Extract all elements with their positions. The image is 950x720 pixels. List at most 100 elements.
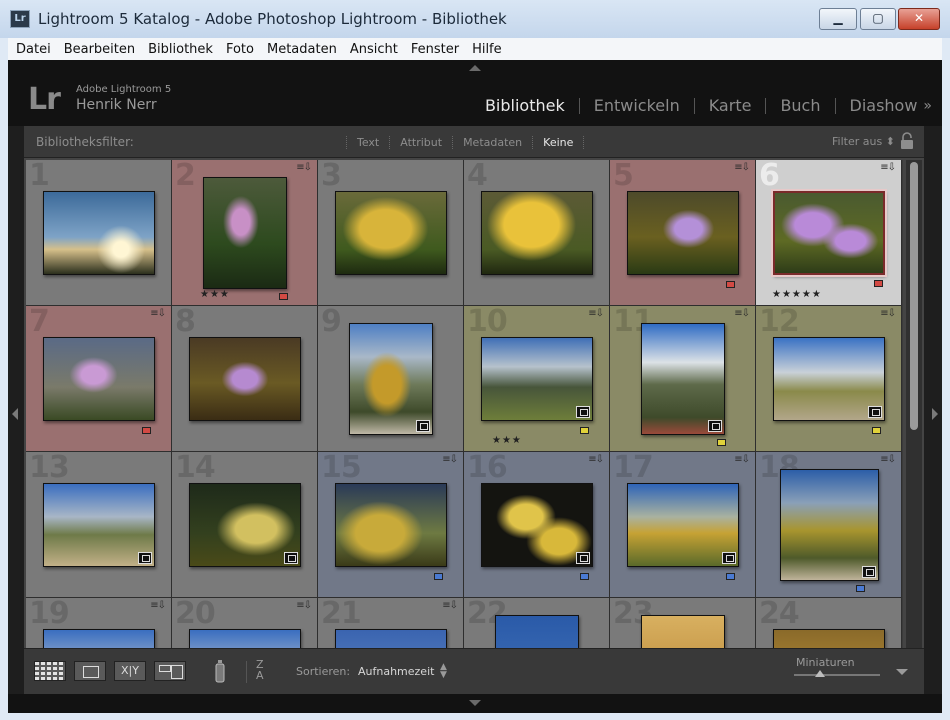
sort-criteria-select[interactable]: Aufnahmezeit	[358, 665, 434, 678]
right-panel-toggle-icon[interactable]	[932, 408, 938, 420]
flag-badge-icon[interactable]: ≡⇩	[296, 600, 312, 611]
module-bibliothek[interactable]: Bibliothek	[485, 96, 565, 115]
menu-hilfe[interactable]: Hilfe	[472, 42, 502, 57]
thumbnail-cell[interactable]: 24	[756, 596, 902, 648]
star-rating[interactable]: ★★★	[492, 435, 522, 446]
stack-icon[interactable]	[284, 552, 298, 564]
survey-view-button[interactable]	[154, 661, 186, 681]
thumbnail-cell[interactable]: 13	[26, 450, 172, 598]
filter-tab-metadaten[interactable]: Metadaten	[452, 136, 532, 149]
menu-datei[interactable]: Datei	[16, 42, 51, 57]
menu-metadaten[interactable]: Metadaten	[267, 42, 337, 57]
photo-thumbnail[interactable]	[495, 615, 579, 648]
photo-thumbnail[interactable]	[773, 629, 885, 648]
photo-thumbnail[interactable]	[335, 629, 447, 648]
thumbnail-cell[interactable]: 15 ≡⇩	[318, 450, 464, 598]
thumbnail-cell[interactable]: 14	[172, 450, 318, 598]
photo-thumbnail[interactable]	[43, 337, 155, 421]
thumbnail-cell[interactable]: 5 ≡⇩	[610, 160, 756, 306]
stack-icon[interactable]	[868, 406, 882, 418]
photo-thumbnail[interactable]	[335, 191, 447, 275]
color-label-chip[interactable]	[856, 585, 865, 592]
thumbnail-cell[interactable]: 22	[464, 596, 610, 648]
thumbnail-cell[interactable]: 1	[26, 160, 172, 306]
module-entwickeln[interactable]: Entwickeln	[594, 96, 680, 115]
menu-fenster[interactable]: Fenster	[411, 42, 459, 57]
menu-bearbeiten[interactable]: Bearbeiten	[64, 42, 135, 57]
thumbnail-grid[interactable]: 1 2 ≡⇩ ★★★ 3 4 5 ≡⇩ 6 ≡⇩ ★★★★★ 7 ≡⇩ 8 9 10 ≡⇩ ★★★ 11 ≡⇩ 12 ≡⇩…	[26, 160, 903, 648]
sort-criteria-chevron-icon[interactable]: ▲ ▼	[440, 663, 447, 680]
thumbnail-cell[interactable]: 21 ≡⇩	[318, 596, 464, 648]
thumbnail-cell[interactable]: 18 ≡⇩	[756, 450, 902, 598]
color-label-chip[interactable]	[580, 573, 589, 580]
toolbar-options-chevron-icon[interactable]	[896, 669, 908, 675]
thumbnail-cell[interactable]: 19 ≡⇩	[26, 596, 172, 648]
star-rating[interactable]: ★★★	[200, 289, 230, 300]
thumbnail-cell[interactable]: 7 ≡⇩	[26, 304, 172, 452]
stack-icon[interactable]	[708, 420, 722, 432]
color-label-chip[interactable]	[434, 573, 443, 580]
filter-preset-select[interactable]: Filter aus ⬍	[832, 135, 895, 148]
filter-tab-attribut[interactable]: Attribut	[389, 136, 452, 149]
photo-thumbnail[interactable]	[189, 629, 301, 648]
photo-thumbnail[interactable]	[43, 191, 155, 275]
photo-thumbnail[interactable]	[349, 323, 433, 435]
sort-direction-icon[interactable]: Z A	[256, 659, 264, 681]
flag-badge-icon[interactable]: ≡⇩	[296, 162, 312, 173]
photo-thumbnail[interactable]	[641, 615, 725, 648]
loupe-view-button[interactable]	[74, 661, 106, 681]
flag-badge-icon[interactable]: ≡⇩	[442, 600, 458, 611]
photo-thumbnail[interactable]	[641, 323, 725, 435]
thumbnail-cell[interactable]: 17 ≡⇩	[610, 450, 756, 598]
stack-icon[interactable]	[576, 552, 590, 564]
menu-foto[interactable]: Foto	[226, 42, 254, 57]
painter-spray-icon[interactable]	[214, 659, 226, 683]
more-modules-icon[interactable]: »	[923, 98, 932, 114]
filter-tab-text[interactable]: Text	[346, 136, 389, 149]
bottom-panel-toggle-icon[interactable]	[469, 700, 481, 706]
stack-icon[interactable]	[576, 406, 590, 418]
close-button[interactable]: ✕	[898, 8, 940, 30]
stack-icon[interactable]	[722, 552, 736, 564]
flag-badge-icon[interactable]: ≡⇩	[734, 162, 750, 173]
thumbnail-cell[interactable]: 6 ≡⇩ ★★★★★	[756, 160, 902, 306]
flag-badge-icon[interactable]: ≡⇩	[734, 454, 750, 465]
photo-thumbnail[interactable]	[189, 337, 301, 421]
flag-badge-icon[interactable]: ≡⇩	[150, 308, 166, 319]
maximize-button[interactable]: ▢	[860, 8, 896, 30]
photo-thumbnail[interactable]	[43, 483, 155, 567]
color-label-chip[interactable]	[874, 280, 883, 287]
flag-badge-icon[interactable]: ≡⇩	[588, 454, 604, 465]
flag-badge-icon[interactable]: ≡⇩	[880, 308, 896, 319]
module-diashow[interactable]: Diashow	[850, 96, 918, 115]
thumbnail-cell[interactable]: 16 ≡⇩	[464, 450, 610, 598]
lock-icon[interactable]	[900, 132, 914, 150]
thumbnail-cell[interactable]: 9	[318, 304, 464, 452]
photo-thumbnail[interactable]	[481, 337, 593, 421]
thumbnail-cell[interactable]: 8	[172, 304, 318, 452]
top-panel-toggle-icon[interactable]	[469, 65, 481, 71]
thumbnail-cell[interactable]: 2 ≡⇩ ★★★	[172, 160, 318, 306]
color-label-chip[interactable]	[726, 573, 735, 580]
menu-bibliothek[interactable]: Bibliothek	[148, 42, 213, 57]
photo-thumbnail[interactable]	[43, 629, 155, 648]
thumbnail-cell[interactable]: 11 ≡⇩	[610, 304, 756, 452]
left-panel-toggle-icon[interactable]	[12, 408, 18, 420]
color-label-chip[interactable]	[726, 281, 735, 288]
flag-badge-icon[interactable]: ≡⇩	[150, 600, 166, 611]
photo-thumbnail[interactable]	[203, 177, 287, 289]
flag-badge-icon[interactable]: ≡⇩	[442, 454, 458, 465]
menu-ansicht[interactable]: Ansicht	[350, 42, 398, 57]
stack-icon[interactable]	[862, 566, 876, 578]
color-label-chip[interactable]	[279, 293, 288, 300]
color-label-chip[interactable]	[142, 427, 151, 434]
color-label-chip[interactable]	[872, 427, 881, 434]
star-rating[interactable]: ★★★★★	[772, 289, 822, 300]
photo-thumbnail[interactable]	[771, 189, 887, 277]
module-buch[interactable]: Buch	[780, 96, 820, 115]
minimize-button[interactable]: ▁	[819, 8, 857, 30]
window-titlebar[interactable]: Lr Lightroom 5 Katalog - Adobe Photoshop…	[0, 0, 950, 38]
photo-thumbnail[interactable]	[189, 483, 301, 567]
flag-badge-icon[interactable]: ≡⇩	[734, 308, 750, 319]
flag-badge-icon[interactable]: ≡⇩	[880, 162, 896, 173]
